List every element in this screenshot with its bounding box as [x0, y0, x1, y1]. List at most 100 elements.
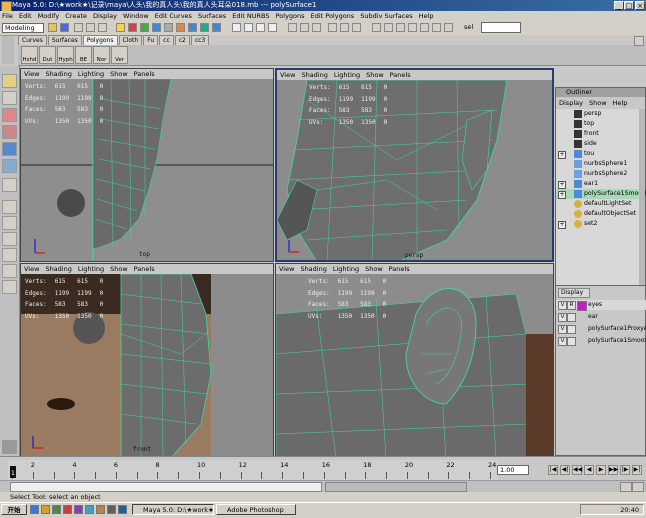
quicklaunch-folder-icon[interactable]	[41, 505, 50, 514]
menu-display[interactable]: Display	[91, 11, 119, 21]
folder-open-icon[interactable]	[48, 23, 57, 32]
vp-menu-panels[interactable]: Panels	[131, 69, 158, 79]
quicklaunch-ie-icon[interactable]	[30, 505, 39, 514]
outliner-item[interactable]: + polySurface1SmoothProxy	[556, 189, 646, 199]
outliner-list[interactable]: persp top front side + tou nurbsSphere1 nurbsSp…	[556, 109, 646, 285]
save-icon[interactable]	[60, 23, 69, 32]
playback-button[interactable]: ◀|	[560, 465, 570, 475]
viewport-top[interactable]: View Shading Lighting Show Panels Verts: 615 6…	[20, 68, 274, 262]
vp-menu-view[interactable]: View	[277, 70, 298, 80]
playback-button[interactable]: ▶	[596, 465, 606, 475]
shelf-button-hshd[interactable]: Hshd	[21, 46, 38, 64]
layer-row[interactable]: Vear	[556, 312, 646, 322]
lasso-tool-icon[interactable]	[2, 91, 17, 105]
outliner-item[interactable]: + ear1	[556, 179, 640, 189]
layout-hypershade-icon[interactable]	[2, 280, 17, 294]
mask-icon-9[interactable]	[212, 23, 221, 32]
outliner-item[interactable]: defaultObjectSet	[556, 209, 640, 219]
menu-create[interactable]: Create	[63, 11, 89, 21]
vp-menu-view[interactable]: View	[21, 69, 42, 79]
layer-visibility-toggle[interactable]: V	[558, 313, 567, 322]
playback-button[interactable]: ▶|	[632, 465, 642, 475]
shelf-tab-cloth[interactable]: Cloth	[118, 35, 143, 45]
outliner-item[interactable]: nurbsSphere2	[556, 169, 640, 179]
shelf-tab-polygons[interactable]: Polygons	[82, 35, 118, 45]
playback-button[interactable]: ◀◀	[572, 465, 582, 475]
outliner-item[interactable]: + set2	[556, 219, 640, 229]
playback-button[interactable]: |◀	[548, 465, 558, 475]
quicklaunch-app-icon-1[interactable]	[63, 505, 72, 514]
outliner-menu-display[interactable]: Display	[556, 99, 586, 107]
quicklaunch-app-icon-6[interactable]	[118, 505, 127, 514]
outliner-menu-show[interactable]: Show	[586, 99, 610, 107]
outliner-item[interactable]: defaultLightSet	[556, 199, 640, 209]
select-by-component-icon[interactable]	[98, 23, 107, 32]
shelf-tab-cc3[interactable]: cc3	[190, 35, 210, 45]
viewport-persp[interactable]: View Shading Lighting Show Panels Verts: 615 6…	[275, 68, 554, 262]
menu-edit-polygons[interactable]: Edit Polygons	[309, 11, 357, 21]
shelf-tab-c2[interactable]: c2	[174, 35, 190, 45]
layer-visibility-toggle[interactable]: V	[558, 325, 567, 334]
layout-two-icon[interactable]	[2, 232, 17, 246]
expand-icon[interactable]: +	[558, 191, 566, 199]
playback-button[interactable]: ◀	[584, 465, 594, 475]
vp-menu-shading[interactable]: Shading	[298, 70, 330, 80]
vp-menu-panels[interactable]: Panels	[131, 264, 158, 274]
maximize-button[interactable]: □	[624, 1, 634, 10]
history-icon[interactable]	[288, 23, 297, 32]
quicklaunch-desktop-icon[interactable]	[52, 505, 61, 514]
mask-icon-1[interactable]	[116, 23, 125, 32]
vp-menu-shading[interactable]: Shading	[297, 264, 329, 274]
mode-selector[interactable]: Modeling	[2, 23, 44, 33]
shelf-tab-curves[interactable]: Curves	[18, 35, 47, 45]
range-slider-bar[interactable]	[10, 482, 322, 492]
menu-surfaces[interactable]: Surfaces	[196, 11, 228, 21]
outliner-item[interactable]: + tou	[556, 149, 640, 159]
toggle-icon-6[interactable]	[432, 23, 441, 32]
outliner-item[interactable]: top	[556, 119, 640, 129]
outliner-item[interactable]: nurbsSphere1	[556, 159, 640, 169]
layer-row[interactable]: VpolySurface1Smooth	[556, 336, 646, 346]
layer-visibility-toggle[interactable]: V	[558, 301, 567, 310]
viewport-side[interactable]: View Shading Lighting Show Panels Verts: 615 6…	[275, 263, 554, 457]
menu-subdiv-surfaces[interactable]: Subdiv Surfaces	[358, 11, 414, 21]
shelf-options-icon[interactable]	[634, 36, 644, 46]
mask-icon-7[interactable]	[188, 23, 197, 32]
shelf-tab-surfaces[interactable]: Surfaces	[47, 35, 82, 45]
quicklaunch-app-icon-4[interactable]	[96, 505, 105, 514]
vp-menu-lighting[interactable]: Lighting	[331, 70, 363, 80]
layer-color-swatch[interactable]	[577, 301, 587, 311]
last-tool-icon[interactable]	[2, 178, 17, 192]
vp-menu-lighting[interactable]: Lighting	[330, 264, 362, 274]
layer-color-swatch[interactable]	[577, 337, 585, 345]
layer-visibility-toggle[interactable]: V	[558, 337, 567, 346]
vp-menu-show[interactable]: Show	[107, 69, 131, 79]
time-slider-track[interactable]	[8, 460, 498, 480]
menu-edit[interactable]: Edit	[17, 11, 34, 21]
rotate-tool-icon[interactable]	[2, 125, 17, 139]
shelf-menu-arrows[interactable]	[2, 36, 14, 64]
minimize-button[interactable]: _	[614, 1, 624, 10]
vp-menu-view[interactable]: View	[21, 264, 42, 274]
render-globals-icon[interactable]	[352, 23, 361, 32]
snap-grid-icon[interactable]	[232, 23, 241, 32]
select-by-hierarchy-icon[interactable]	[74, 23, 83, 32]
render-icon[interactable]	[328, 23, 337, 32]
playback-button[interactable]: |▶	[620, 465, 630, 475]
quicklaunch-app-icon-3[interactable]	[85, 505, 94, 514]
playback-button[interactable]: ▶▶	[608, 465, 618, 475]
toggle-icon-4[interactable]	[408, 23, 417, 32]
input-ops-icon[interactable]	[300, 23, 309, 32]
toggle-icon-7[interactable]	[444, 23, 453, 32]
shelf-button-hyph[interactable]: Hyph	[57, 46, 74, 64]
layer-color-swatch[interactable]	[577, 325, 585, 333]
vp-menu-show[interactable]: Show	[362, 264, 386, 274]
menu-modify[interactable]: Modify	[36, 11, 62, 21]
shelf-tab-cc[interactable]: cc	[159, 35, 174, 45]
shelf-button-be[interactable]: BE	[75, 46, 92, 64]
vp-menu-panels[interactable]: Panels	[387, 70, 414, 80]
layer-row[interactable]: V Reyes	[556, 300, 646, 311]
menu-window[interactable]: Window	[121, 11, 151, 21]
vp-menu-panels[interactable]: Panels	[386, 264, 413, 274]
quicklaunch-app-icon-2[interactable]	[74, 505, 83, 514]
